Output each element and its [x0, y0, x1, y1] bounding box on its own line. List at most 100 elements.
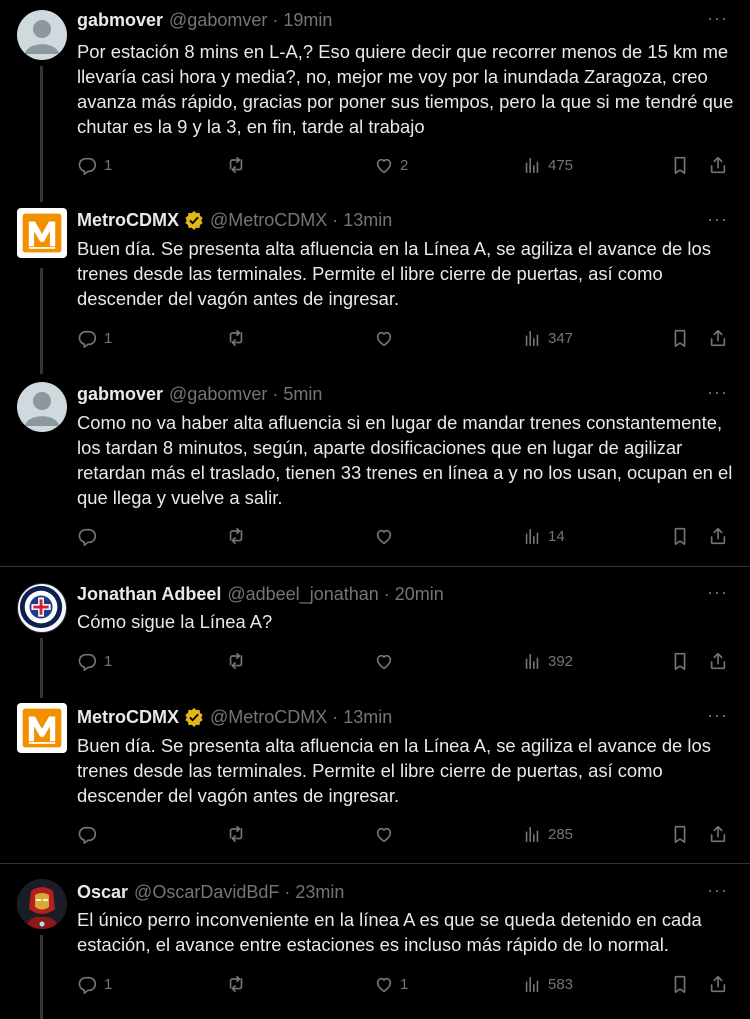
- reply-button[interactable]: 1: [78, 651, 112, 671]
- tweet[interactable]: Jonathan Adbeel @adbeel_jonathan · 20min…: [0, 567, 750, 691]
- retweet-icon: [229, 329, 243, 347]
- timestamp[interactable]: 5min: [283, 383, 322, 405]
- bookmark-button[interactable]: [670, 824, 690, 844]
- display-name[interactable]: Jonathan Adbeel: [77, 583, 221, 605]
- views-icon: [525, 976, 539, 993]
- display-name[interactable]: MetroCDMX: [77, 209, 179, 231]
- views-icon: [525, 528, 539, 545]
- bookmark-button[interactable]: [670, 651, 690, 671]
- separator: ·: [272, 384, 279, 404]
- share-button[interactable]: [708, 651, 728, 671]
- tweet[interactable]: Oscar @OscarDavidBdF · 23min ··· El únic…: [0, 864, 750, 1019]
- views-button[interactable]: 347: [522, 328, 573, 348]
- share-icon: [710, 329, 726, 347]
- retweet-button[interactable]: [226, 651, 252, 671]
- display-name[interactable]: Oscar: [77, 881, 128, 903]
- tweet[interactable]: gabmover @gabomver · 5min ··· Como no va…: [0, 372, 750, 566]
- tweet[interactable]: MetroCDMX @MetroCDMX · 13min ··· Buen dí…: [0, 691, 750, 863]
- bookmark-icon: [674, 527, 686, 545]
- like-icon: [376, 158, 392, 174]
- views-button[interactable]: 14: [522, 526, 565, 546]
- views-button[interactable]: 475: [522, 155, 573, 175]
- timestamp[interactable]: 13min: [343, 209, 392, 231]
- avatar[interactable]: [17, 208, 67, 258]
- share-button[interactable]: [708, 526, 728, 546]
- iron-man-avatar-icon: [17, 879, 67, 929]
- metro-logo-icon: [22, 708, 62, 748]
- views-button[interactable]: 583: [522, 974, 573, 994]
- views-button[interactable]: 285: [522, 824, 573, 844]
- avatar[interactable]: [17, 703, 67, 753]
- more-options-icon[interactable]: ···: [707, 8, 728, 29]
- reply-button[interactable]: 1: [78, 155, 112, 175]
- share-button[interactable]: [708, 155, 728, 175]
- reply-icon: [78, 330, 97, 348]
- share-button[interactable]: [708, 328, 728, 348]
- views-count: 583: [548, 975, 574, 993]
- handle[interactable]: @MetroCDMX: [210, 209, 327, 231]
- reply-button[interactable]: [78, 526, 104, 546]
- share-icon: [710, 652, 726, 670]
- display-name[interactable]: MetroCDMX: [77, 706, 179, 728]
- views-count: 14: [548, 527, 565, 545]
- retweet-button[interactable]: [226, 974, 252, 994]
- timestamp[interactable]: 23min: [295, 881, 344, 903]
- reply-count: 1: [104, 975, 113, 993]
- share-button[interactable]: [708, 974, 728, 994]
- like-button[interactable]: 2: [374, 155, 408, 175]
- retweet-button[interactable]: [226, 155, 252, 175]
- retweet-button[interactable]: [226, 824, 252, 844]
- like-button[interactable]: [374, 824, 400, 844]
- like-button[interactable]: [374, 526, 400, 546]
- bookmark-button[interactable]: [670, 155, 690, 175]
- like-button[interactable]: 1: [374, 974, 408, 994]
- more-options-icon[interactable]: ···: [707, 705, 728, 726]
- bookmark-button[interactable]: [670, 974, 690, 994]
- avatar[interactable]: [17, 10, 67, 60]
- avatar[interactable]: [17, 879, 67, 929]
- avatar[interactable]: [17, 382, 67, 432]
- like-count: 1: [400, 975, 409, 993]
- reply-button[interactable]: 1: [78, 328, 112, 348]
- more-options-icon[interactable]: ···: [707, 209, 728, 230]
- metro-logo-icon: [22, 213, 62, 253]
- share-icon: [710, 975, 726, 993]
- like-icon: [376, 529, 392, 545]
- reply-button[interactable]: [78, 824, 104, 844]
- separator: ·: [332, 210, 339, 230]
- avatar[interactable]: [17, 583, 67, 633]
- display-name[interactable]: gabmover: [77, 9, 163, 31]
- like-button[interactable]: [374, 328, 400, 348]
- views-button[interactable]: 392: [522, 651, 573, 671]
- bookmark-icon: [674, 652, 686, 670]
- handle[interactable]: @gabomver: [169, 383, 267, 405]
- tweet-header: Jonathan Adbeel @adbeel_jonathan · 20min: [77, 583, 444, 605]
- tweet[interactable]: gabmover @gabomver · 19min ··· Por estac…: [0, 0, 750, 192]
- timestamp[interactable]: 19min: [283, 9, 332, 31]
- timestamp[interactable]: 13min: [343, 706, 392, 728]
- handle[interactable]: @OscarDavidBdF: [134, 881, 279, 903]
- more-options-icon[interactable]: ···: [707, 880, 728, 901]
- action-bar: 1 1 583: [0, 974, 750, 998]
- timestamp[interactable]: 20min: [395, 583, 444, 605]
- reply-icon: [78, 826, 97, 844]
- bookmark-button[interactable]: [670, 526, 690, 546]
- handle[interactable]: @MetroCDMX: [210, 706, 327, 728]
- handle[interactable]: @adbeel_jonathan: [227, 583, 378, 605]
- retweet-button[interactable]: [226, 526, 252, 546]
- retweet-button[interactable]: [226, 328, 252, 348]
- display-name[interactable]: gabmover: [77, 383, 163, 405]
- more-options-icon[interactable]: ···: [707, 582, 728, 603]
- tweet[interactable]: MetroCDMX @MetroCDMX · 13min ··· Buen dí…: [0, 192, 750, 372]
- handle[interactable]: @gabomver: [169, 9, 267, 31]
- more-options-icon[interactable]: ···: [707, 382, 728, 403]
- views-icon: [525, 157, 539, 174]
- like-icon: [376, 331, 392, 347]
- share-button[interactable]: [708, 824, 728, 844]
- like-button[interactable]: [374, 651, 400, 671]
- tweet-header: MetroCDMX @MetroCDMX · 13min: [77, 209, 392, 231]
- tweet-text: El único perro inconveniente en la línea…: [77, 909, 702, 955]
- reply-button[interactable]: 1: [78, 974, 112, 994]
- views-count: 392: [548, 652, 574, 670]
- bookmark-button[interactable]: [670, 328, 690, 348]
